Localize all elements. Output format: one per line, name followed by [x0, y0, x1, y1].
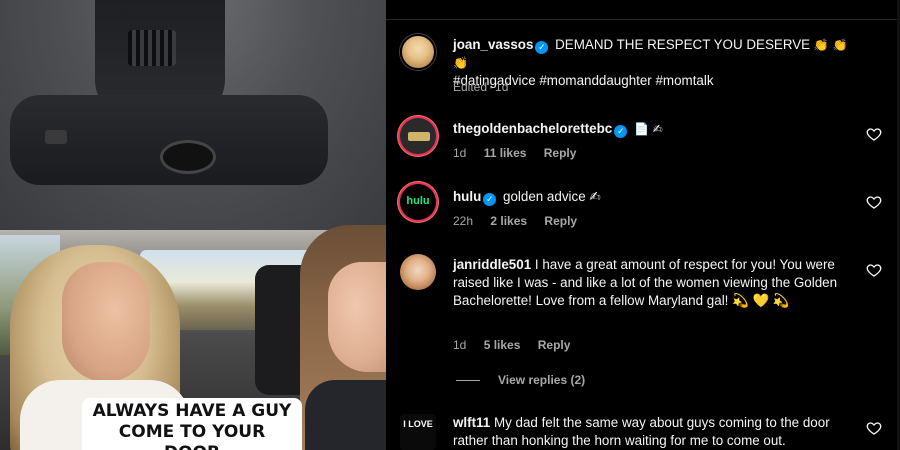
comment-body: My dad felt the same way about guys comi…	[453, 415, 830, 448]
comment-body: 📄 ✍	[633, 122, 663, 136]
post-username[interactable]: joan_vassos	[453, 37, 533, 52]
reply-button[interactable]: Reply	[538, 338, 571, 352]
reply-button[interactable]: Reply	[544, 214, 577, 228]
replies-divider	[456, 380, 480, 381]
verified-icon: ✓	[535, 41, 549, 54]
comment-meta: 1d 11 likes Reply	[453, 146, 590, 160]
avatar[interactable]	[400, 118, 436, 154]
i-love-logo-icon: I LOVE	[403, 419, 433, 429]
heart-icon[interactable]	[866, 262, 882, 278]
avatar[interactable]: I LOVE	[400, 414, 436, 450]
golden-bachelorette-logo-icon	[408, 132, 430, 141]
comment-time: 22h	[453, 214, 474, 228]
video-caption: ALWAYS HAVE A GUY COME TO YOUR DOOR	[82, 398, 302, 450]
video-caption-line2: COME TO YOUR DOOR	[118, 422, 266, 450]
comment-text: janriddle501 I have a great amount of re…	[453, 256, 853, 310]
comment-time: 1d	[453, 338, 467, 352]
sensor-vent	[128, 30, 176, 66]
heart-icon[interactable]	[866, 194, 882, 210]
woman-right-body	[305, 380, 386, 450]
comment-meta: 1d 5 likes Reply	[453, 338, 584, 352]
view-replies-button[interactable]: View replies (2)	[498, 373, 585, 387]
likes-count[interactable]: 5 likes	[484, 338, 521, 352]
heart-icon[interactable]	[866, 126, 882, 142]
avatar[interactable]	[400, 254, 436, 290]
comment-username[interactable]: wlft11	[453, 415, 490, 430]
likes-count[interactable]: 11 likes	[484, 146, 527, 160]
heart-icon[interactable]	[866, 420, 882, 436]
edited-label: Edited	[453, 80, 488, 94]
panel-header-edge	[386, 0, 898, 20]
hulu-logo-icon: hulu	[406, 195, 430, 207]
verified-icon: ✓	[614, 125, 628, 138]
caption-text: DEMAND THE RESPECT YOU DESERVE	[555, 37, 811, 52]
comment-username[interactable]: thegoldenbachelorettebc	[453, 121, 612, 136]
post-time: 1d	[495, 80, 509, 94]
comment-username[interactable]: hulu	[453, 189, 481, 204]
comment-text: hulu ✓ golden advice ✍	[453, 188, 853, 206]
mirror-camera	[160, 140, 216, 174]
comment-meta: 22h 2 likes Reply	[453, 214, 591, 228]
comment-body: golden advice ✍	[503, 189, 601, 204]
mirror-button	[45, 130, 67, 144]
woman-left-face	[62, 262, 150, 382]
reel-video[interactable]: ALWAYS HAVE A GUY COME TO YOUR DOOR	[0, 0, 386, 450]
avatar[interactable]: hulu	[400, 184, 436, 220]
avatar[interactable]	[400, 34, 436, 70]
comment-text: wlft11 My dad felt the same way about gu…	[453, 414, 853, 450]
comment-time: 1d	[453, 146, 467, 160]
post-meta: Edited · 1d	[453, 80, 509, 94]
likes-count[interactable]: 2 likes	[490, 214, 527, 228]
comment-username[interactable]: janriddle501	[453, 257, 531, 272]
comment-text: thegoldenbachelorettebc ✓ 📄 ✍	[453, 120, 853, 138]
reply-button[interactable]: Reply	[544, 146, 577, 160]
comments-panel: joan_vassos ✓ DEMAND THE RESPECT YOU DESE…	[386, 0, 900, 450]
woman-right-face	[328, 262, 386, 372]
video-caption-line1: ALWAYS HAVE A GUY	[92, 401, 292, 421]
verified-icon: ✓	[483, 193, 497, 206]
